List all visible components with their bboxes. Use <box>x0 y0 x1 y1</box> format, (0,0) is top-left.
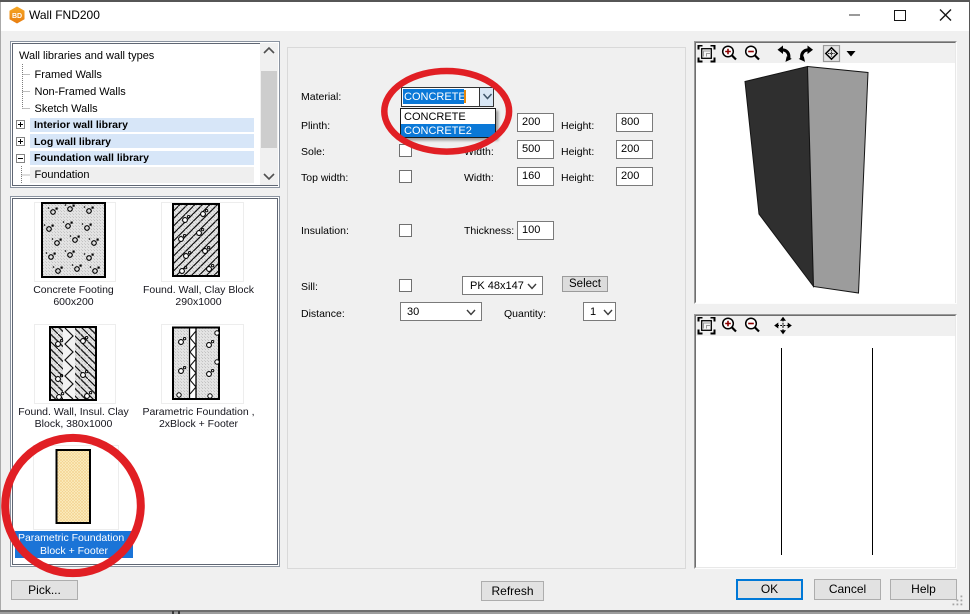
svg-text:BD: BD <box>12 13 22 20</box>
